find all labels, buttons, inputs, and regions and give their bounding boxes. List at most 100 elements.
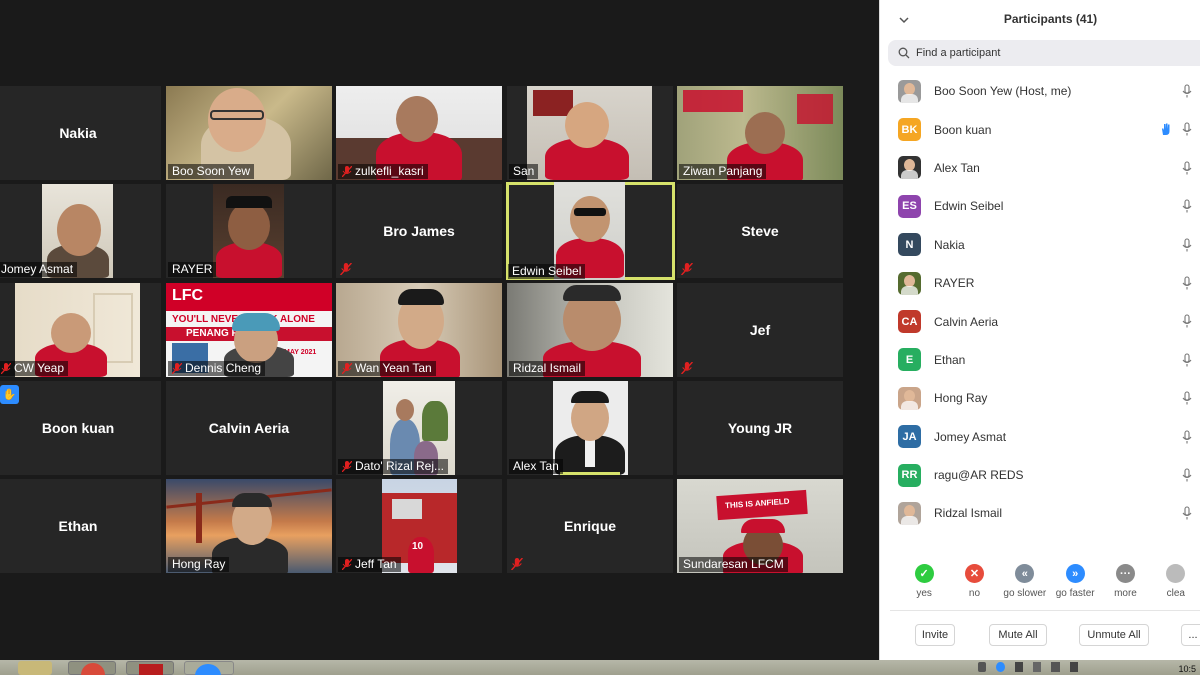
video-tile-bro-james[interactable]: Bro James (336, 184, 502, 278)
video-tile-enrique[interactable]: Enrique (507, 479, 673, 573)
video-tile-dennis-cheng[interactable]: LFC YOU'LL NEVER WALK ALONE PENANG RE MA… (166, 283, 332, 377)
microphone-icon[interactable] (1181, 161, 1193, 175)
video-tile-ethan[interactable]: Ethan (0, 479, 161, 573)
video-tile-dato-rizal[interactable]: Dato' Rizal Rej... (336, 381, 502, 475)
microphone-icon[interactable] (1181, 429, 1193, 444)
video-tile-young-jr[interactable]: Young JR (677, 381, 843, 475)
participant-name: Boo Soon Yew (172, 164, 251, 178)
video-gallery: Nakia Boo Soon Yew zulkefli_kasri San Zi… (0, 0, 879, 660)
mute-all-button[interactable]: Mute All (989, 624, 1047, 646)
zoom-app-icon[interactable] (184, 661, 234, 675)
reaction-label: go slower (1003, 588, 1047, 599)
microphone-icon[interactable] (1181, 391, 1193, 405)
video-tile-sundaresan[interactable]: THIS IS ANFIELD Sundaresan LFCM (677, 479, 843, 573)
participant-row[interactable]: JA Jomey Asmat (880, 418, 1200, 456)
muted-mic-icon (342, 363, 352, 374)
participant-label: Ziwan Panjang (679, 164, 767, 179)
video-tile-boo-soon-yew[interactable]: Boo Soon Yew (166, 86, 332, 180)
video-tile-zulkefli-kasri[interactable]: zulkefli_kasri (336, 86, 502, 180)
participant-name: Nakia (934, 237, 965, 252)
taskbar-clock[interactable]: 10:5 (1178, 664, 1196, 674)
tray-icon[interactable] (996, 662, 1005, 672)
participant-row[interactable]: BK Boon kuan (880, 110, 1200, 148)
participant-row[interactable]: CA Calvin Aeria (880, 302, 1200, 340)
participant-row[interactable]: Ridzal Ismail (880, 494, 1200, 532)
app-icon[interactable] (126, 661, 174, 675)
reaction-icon: » (1065, 564, 1085, 583)
tray-icon[interactable] (1069, 662, 1078, 672)
avatar (898, 386, 921, 410)
reaction-label: yes (916, 588, 932, 599)
folder-icon[interactable] (18, 661, 52, 675)
reaction-no[interactable]: ✕ no (949, 564, 999, 609)
browser-icon[interactable] (68, 661, 116, 675)
microphone-icon[interactable] (1181, 468, 1193, 482)
tray-icon[interactable] (1014, 662, 1023, 672)
reaction-more[interactable]: ··· more (1100, 564, 1150, 609)
video-tile-edwin-seibel[interactable]: Edwin Seibel (506, 182, 675, 280)
microphone-icon[interactable] (1181, 353, 1193, 367)
video-tile-boon-kuan[interactable]: Boon kuan (0, 381, 161, 475)
participant-row[interactable]: RR ragu@AR REDS (880, 456, 1200, 494)
more-options-button[interactable]: ... (1181, 624, 1200, 646)
video-tile-jef[interactable]: Jef (677, 283, 843, 377)
participant-label: Jeff Tan (338, 557, 401, 572)
participant-label: Edwin Seibel (508, 264, 586, 279)
participant-name: RAYER (934, 276, 975, 291)
avatar (898, 79, 921, 103)
microphone-icon[interactable] (1181, 199, 1193, 213)
microphone-icon[interactable] (1181, 122, 1193, 136)
reaction-go-faster[interactable]: » go faster (1050, 564, 1100, 609)
microphone-icon[interactable] (1181, 314, 1193, 328)
reaction-yes[interactable]: ✓ yes (899, 564, 949, 609)
participant-row[interactable]: Boo Soon Yew (Host, me) (880, 72, 1200, 110)
tray-icon[interactable] (978, 662, 987, 672)
video-tile-ziwan-panjang[interactable]: Ziwan Panjang (677, 86, 843, 180)
os-taskbar: 10:5 (0, 660, 1200, 675)
participant-label: Hong Ray (168, 557, 230, 572)
video-tile-jomey-asmat[interactable]: Jomey Asmat (0, 184, 161, 278)
video-tile-ridzal-ismail[interactable]: Ridzal Ismail (507, 283, 673, 377)
video-tile-cw-yeap[interactable]: CW Yeap (0, 283, 161, 377)
reaction-icon: ✕ (964, 564, 984, 583)
muted-mic-icon (511, 558, 523, 570)
search-icon (898, 47, 910, 59)
microphone-icon[interactable] (1181, 276, 1193, 290)
video-tile-san[interactable]: San (507, 86, 673, 180)
microphone-icon[interactable] (1181, 506, 1193, 520)
participant-row[interactable]: N Nakia (880, 226, 1200, 264)
participant-name: CW Yeap (14, 361, 65, 375)
video-tile-steve[interactable]: Steve (677, 184, 843, 278)
participant-list: Boo Soon Yew (Host, me) BK Boon kuan Alex T… (880, 72, 1200, 533)
participant-row[interactable]: Hong Ray (880, 379, 1200, 417)
participant-name: Ethan (934, 352, 966, 367)
invite-button[interactable]: Invite (915, 624, 955, 646)
participant-row[interactable]: RAYER (880, 264, 1200, 302)
search-input[interactable] (916, 47, 1166, 59)
avatar (898, 156, 921, 180)
unmute-all-button[interactable]: Unmute All (1079, 624, 1149, 646)
participant-label: Ridzal Ismail (509, 361, 586, 376)
avatar: RR (898, 463, 921, 487)
video-tile-wan-yean-tan[interactable]: Wan Yean Tan (336, 283, 502, 377)
video-tile-calvin-aeria[interactable]: Calvin Aeria (166, 381, 332, 475)
participant-search[interactable] (888, 40, 1200, 66)
tray-icon[interactable] (1051, 662, 1060, 672)
microphone-icon[interactable] (1181, 84, 1193, 98)
tray-icon[interactable] (1032, 662, 1042, 672)
video-tile-alex-tan[interactable]: Alex Tan (507, 381, 673, 475)
participant-row[interactable]: E Ethan (880, 341, 1200, 379)
video-tile-jeff-tan[interactable]: 10 Jeff Tan (336, 479, 502, 573)
reaction-go-slower[interactable]: « go slower (1000, 564, 1050, 609)
avatar: JA (898, 425, 921, 449)
microphone-icon[interactable] (1181, 238, 1193, 252)
participant-row[interactable]: ES Edwin Seibel (880, 187, 1200, 225)
video-tile-nakia[interactable]: Nakia (0, 86, 161, 180)
video-tile-hong-ray[interactable]: Hong Ray (166, 479, 332, 573)
participant-label: RAYER (168, 262, 217, 277)
participant-row[interactable]: Alex Tan (880, 149, 1200, 187)
video-tile-rayer[interactable]: RAYER (166, 184, 332, 278)
avatar: CA (898, 310, 921, 334)
reaction-clea[interactable]: clea (1151, 564, 1200, 609)
reaction-label: go faster (1055, 588, 1095, 599)
